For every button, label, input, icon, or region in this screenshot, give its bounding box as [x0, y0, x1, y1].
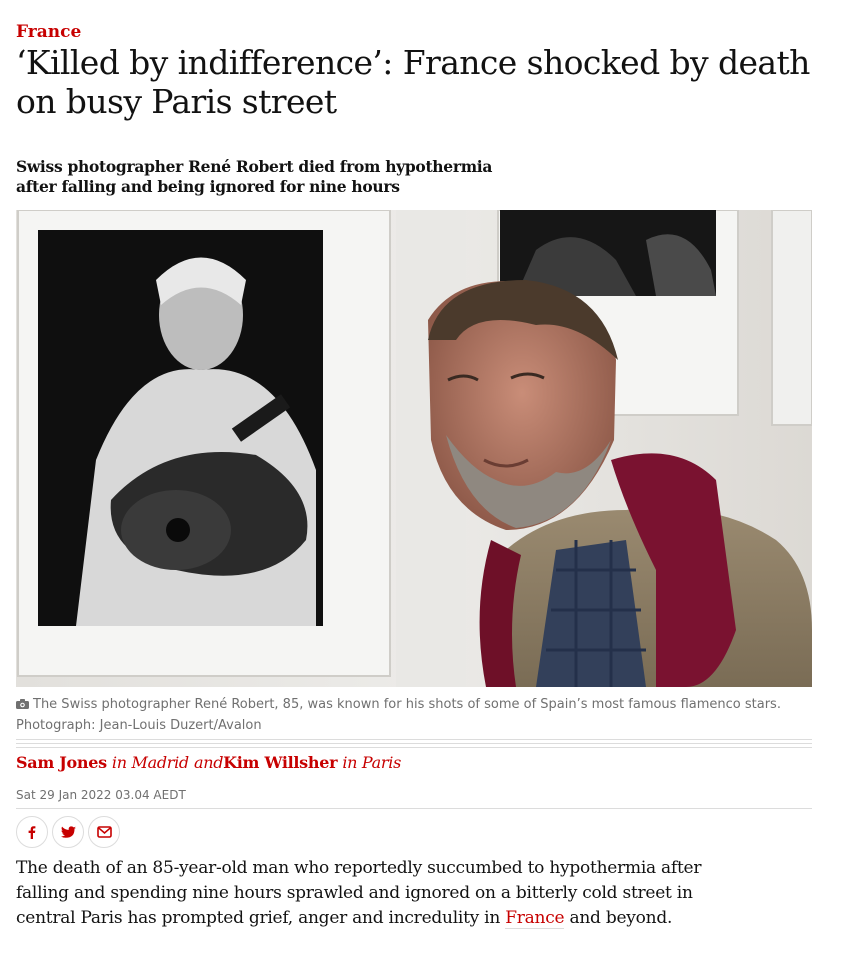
- camera-icon: [16, 699, 29, 709]
- byline-and: and: [193, 753, 224, 772]
- share-email-button[interactable]: [88, 816, 120, 848]
- author-location-2: in Paris: [342, 753, 401, 772]
- author-link-kim-willsher[interactable]: Kim Willsher: [223, 753, 337, 772]
- article-body-paragraph: The death of an 85-year-old man who repo…: [16, 856, 736, 931]
- body-text-end: and beyond.: [564, 908, 673, 928]
- photo-credit: Photograph: Jean-Louis Duzert/Avalon: [16, 718, 262, 733]
- author-location-1: in Madrid: [111, 753, 189, 772]
- main-photograph[interactable]: [16, 210, 812, 687]
- meta-divider: [16, 808, 812, 809]
- article-standfirst: Swiss photographer René Robert died from…: [16, 157, 493, 196]
- author-link-sam-jones[interactable]: Sam Jones: [16, 753, 107, 772]
- article-headline: ‘Killed by indifference’: France shocked…: [16, 43, 810, 121]
- inline-link-france[interactable]: France: [505, 908, 565, 929]
- email-icon: [96, 826, 112, 838]
- share-buttons: [16, 816, 120, 848]
- twitter-icon: [60, 825, 76, 838]
- publish-date: Sat 29 Jan 2022 03.04 AEDT: [16, 788, 186, 802]
- photo-caption: The Swiss photographer René Robert, 85, …: [16, 694, 806, 736]
- share-facebook-button[interactable]: [16, 816, 48, 848]
- byline: Sam Jones in Madrid andKim Willsher in P…: [16, 753, 401, 772]
- share-twitter-button[interactable]: [52, 816, 84, 848]
- facebook-icon: [28, 826, 36, 839]
- section-link-france[interactable]: France: [16, 22, 81, 42]
- caption-text: The Swiss photographer René Robert, 85, …: [33, 697, 781, 712]
- photo-illustration: [16, 210, 812, 687]
- byline-divider-rules: [16, 739, 812, 751]
